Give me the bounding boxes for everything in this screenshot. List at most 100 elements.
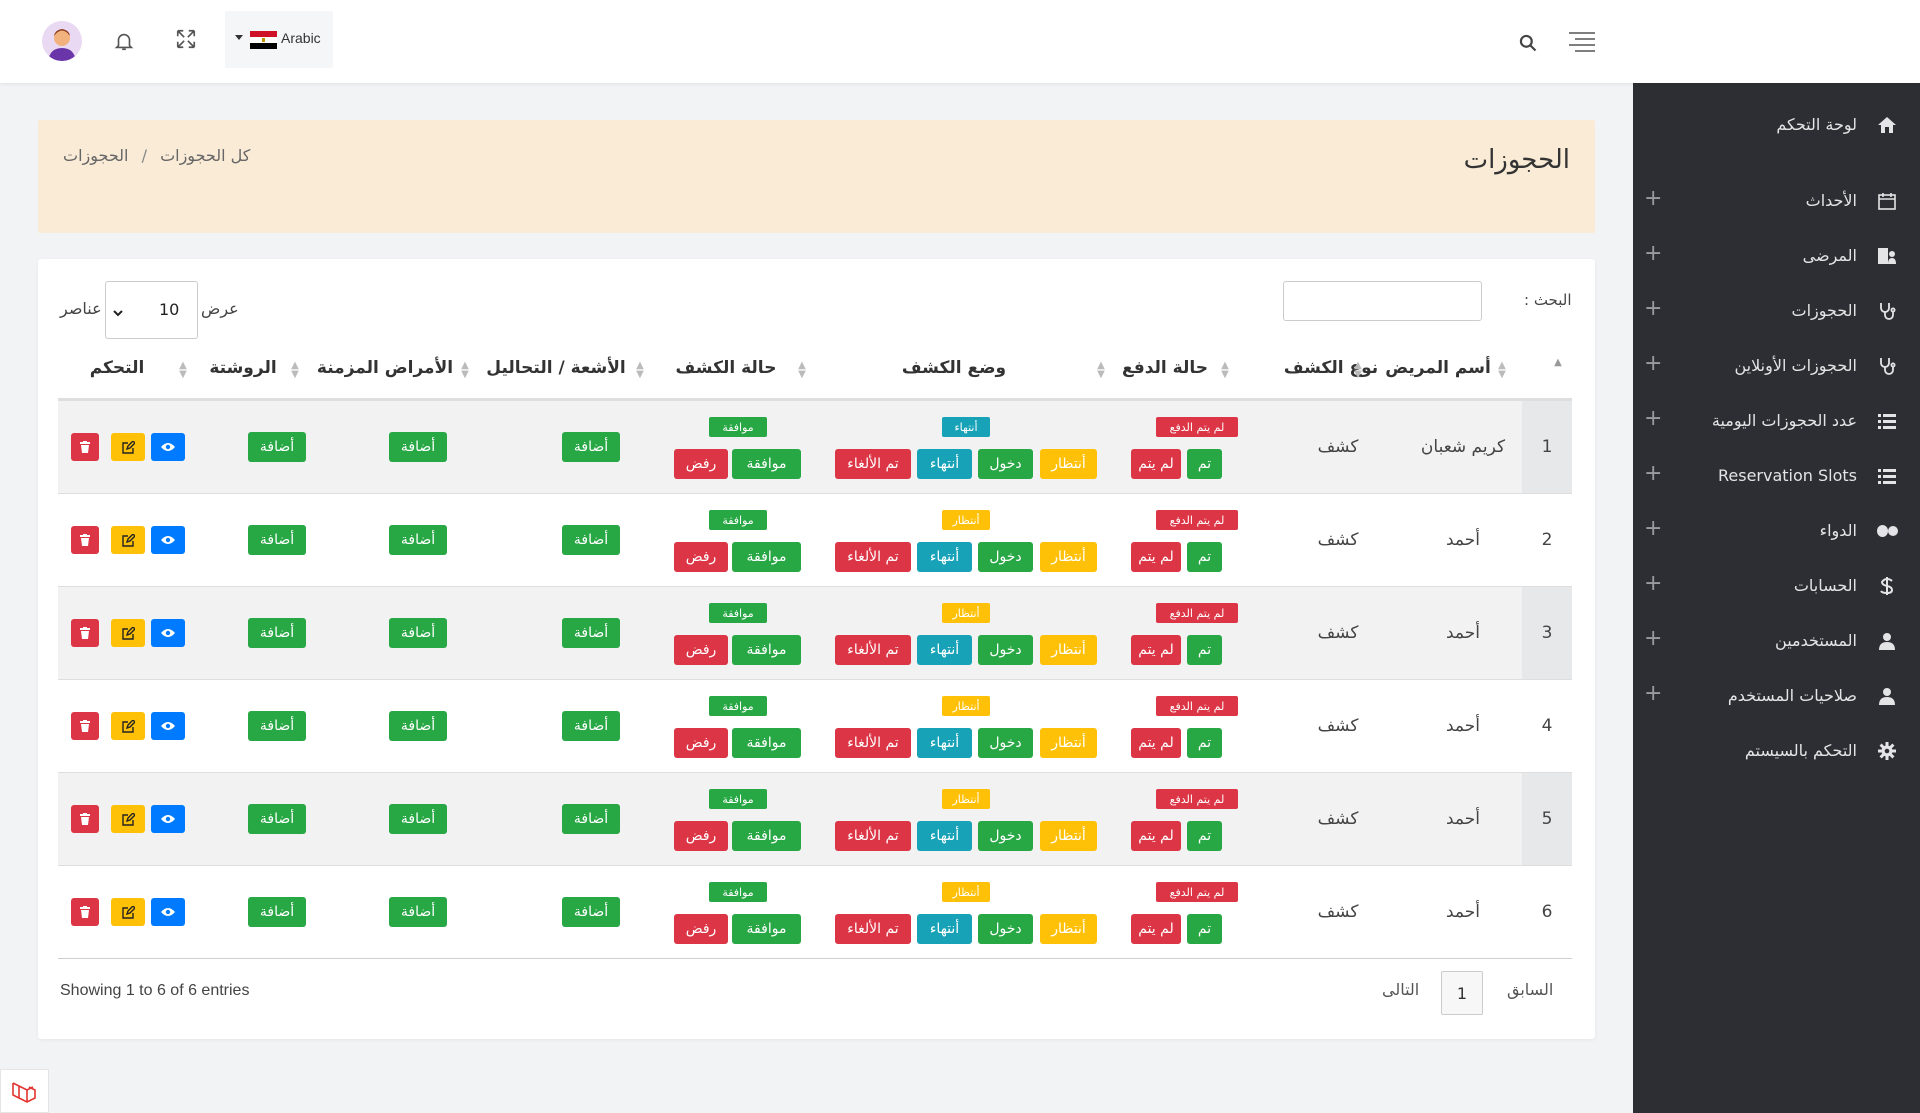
add-radiology-button[interactable]: أضافة (562, 897, 620, 927)
delete-button[interactable] (71, 526, 99, 554)
edit-button[interactable] (111, 712, 145, 740)
add-prescription-button[interactable]: أضافة (248, 804, 306, 834)
finish-button[interactable]: أنتهاء (917, 914, 972, 944)
enter-button[interactable]: دخول (978, 542, 1033, 572)
expand-plus-icon[interactable]: + (1644, 406, 1662, 432)
column-header-radiology[interactable]: الأشعة / التحاليل (486, 358, 625, 378)
language-dropdown[interactable]: Arabic (225, 11, 333, 68)
paid-button[interactable]: تم (1187, 914, 1222, 944)
sidebar-item-events[interactable]: الأحداث + (1633, 181, 1920, 221)
add-prescription-button[interactable]: أضافة (248, 525, 306, 555)
enter-button[interactable]: دخول (978, 821, 1033, 851)
expand-plus-icon[interactable]: + (1644, 681, 1662, 707)
enter-button[interactable]: دخول (978, 914, 1033, 944)
sidebar-item-dashboard[interactable]: لوحة التحكم (1633, 105, 1920, 145)
add-prescription-button[interactable]: أضافة (248, 711, 306, 741)
sort-icon[interactable]: ▲ ▼ (1220, 361, 1230, 380)
reject-button[interactable]: رفض (674, 635, 728, 665)
add-radiology-button[interactable]: أضافة (562, 804, 620, 834)
view-button[interactable] (151, 712, 185, 740)
approve-button[interactable]: موافقة (732, 821, 801, 851)
column-header-visit-status[interactable]: وضع الكشف (902, 358, 1006, 378)
reject-button[interactable]: رفض (674, 542, 728, 572)
not-paid-button[interactable]: لم يتم (1131, 449, 1181, 479)
approve-button[interactable]: موافقة (732, 635, 801, 665)
prev-page-button[interactable]: السابق (1507, 980, 1553, 999)
delete-button[interactable] (71, 433, 99, 461)
add-chronic-button[interactable]: أضافة (389, 711, 447, 741)
add-chronic-button[interactable]: أضافة (389, 432, 447, 462)
next-page-button[interactable]: التالى (1382, 980, 1419, 999)
add-radiology-button[interactable]: أضافة (562, 618, 620, 648)
sort-icon[interactable]: ▲ ▼ (1353, 361, 1363, 380)
paid-button[interactable]: تم (1187, 635, 1222, 665)
sidebar-item-reservation-slots[interactable]: Reservation Slots + (1633, 456, 1920, 496)
wait-button[interactable]: أنتظار (1040, 449, 1097, 479)
expand-plus-icon[interactable]: + (1644, 186, 1662, 212)
sidebar-item-online-reservations[interactable]: الحجوزات الأونلاين + (1633, 346, 1920, 386)
enter-button[interactable]: دخول (978, 449, 1033, 479)
finish-button[interactable]: أنتهاء (917, 635, 972, 665)
edit-button[interactable] (111, 898, 145, 926)
cancel-button[interactable]: تم الألغاء (835, 542, 911, 572)
page-length-select[interactable]: 10 (105, 281, 198, 339)
sidebar-item-patients[interactable]: المرضى + (1633, 236, 1920, 276)
sort-icon[interactable]: ▲ ▼ (1096, 361, 1106, 380)
column-header-name[interactable]: أسم المريض (1385, 358, 1491, 378)
sort-icon[interactable]: ▲ ▼ (460, 361, 470, 380)
sidebar-item-users[interactable]: المستخدمين + (1633, 621, 1920, 661)
wait-button[interactable]: أنتظار (1040, 914, 1097, 944)
sort-icon[interactable]: ▲ ▼ (797, 361, 807, 380)
edit-button[interactable] (111, 805, 145, 833)
delete-button[interactable] (71, 619, 99, 647)
view-button[interactable] (151, 619, 185, 647)
view-button[interactable] (151, 433, 185, 461)
sidebar-item-accounts[interactable]: الحسابات + (1633, 566, 1920, 606)
finish-button[interactable]: أنتهاء (917, 728, 972, 758)
not-paid-button[interactable]: لم يتم (1131, 914, 1181, 944)
fullscreen-icon[interactable] (175, 28, 197, 50)
add-prescription-button[interactable]: أضافة (248, 897, 306, 927)
approve-button[interactable]: موافقة (732, 449, 801, 479)
reject-button[interactable]: رفض (674, 821, 728, 851)
approve-button[interactable]: موافقة (732, 728, 801, 758)
reject-button[interactable]: رفض (674, 914, 728, 944)
sort-icon[interactable]: ▲ ▼ (1497, 361, 1507, 380)
paid-button[interactable]: تم (1187, 449, 1222, 479)
expand-plus-icon[interactable]: + (1644, 461, 1662, 487)
sidebar-item-daily-reservations[interactable]: عدد الحجوزات اليومية + (1633, 401, 1920, 441)
not-paid-button[interactable]: لم يتم (1131, 635, 1181, 665)
column-header-payment[interactable]: حالة الدفع (1122, 358, 1208, 378)
sidebar-item-user-permissions[interactable]: صلاحيات المستخدم + (1633, 676, 1920, 716)
sidebar-item-medicine[interactable]: الدواء + (1633, 511, 1920, 551)
not-paid-button[interactable]: لم يتم (1131, 728, 1181, 758)
expand-plus-icon[interactable]: + (1644, 626, 1662, 652)
sidebar-item-system-control[interactable]: التحكم بالسيستم (1633, 731, 1920, 771)
sort-icon[interactable]: ▲ ▼ (178, 361, 188, 380)
cancel-button[interactable]: تم الألغاء (835, 635, 911, 665)
reject-button[interactable]: رفض (674, 449, 728, 479)
view-button[interactable] (151, 526, 185, 554)
delete-button[interactable] (71, 805, 99, 833)
add-chronic-button[interactable]: أضافة (389, 897, 447, 927)
view-button[interactable] (151, 805, 185, 833)
enter-button[interactable]: دخول (978, 728, 1033, 758)
column-header-type[interactable]: نوع الكشف (1284, 358, 1378, 378)
add-chronic-button[interactable]: أضافة (389, 618, 447, 648)
add-radiology-button[interactable]: أضافة (562, 525, 620, 555)
edit-button[interactable] (111, 619, 145, 647)
paid-button[interactable]: تم (1187, 821, 1222, 851)
add-prescription-button[interactable]: أضافة (248, 432, 306, 462)
column-header-exam-state[interactable]: حالة الكشف (676, 358, 777, 378)
search-input[interactable] (1283, 281, 1482, 321)
finish-button[interactable]: أنتهاء (917, 821, 972, 851)
paid-button[interactable]: تم (1187, 728, 1222, 758)
delete-button[interactable] (71, 712, 99, 740)
add-prescription-button[interactable]: أضافة (248, 618, 306, 648)
finish-button[interactable]: أنتهاء (917, 449, 972, 479)
add-chronic-button[interactable]: أضافة (389, 525, 447, 555)
add-radiology-button[interactable]: أضافة (562, 432, 620, 462)
sort-icon[interactable]: ▲ (1553, 358, 1563, 368)
expand-plus-icon[interactable]: + (1644, 241, 1662, 267)
breadcrumb-root[interactable]: كل الحجوزات (160, 146, 250, 165)
